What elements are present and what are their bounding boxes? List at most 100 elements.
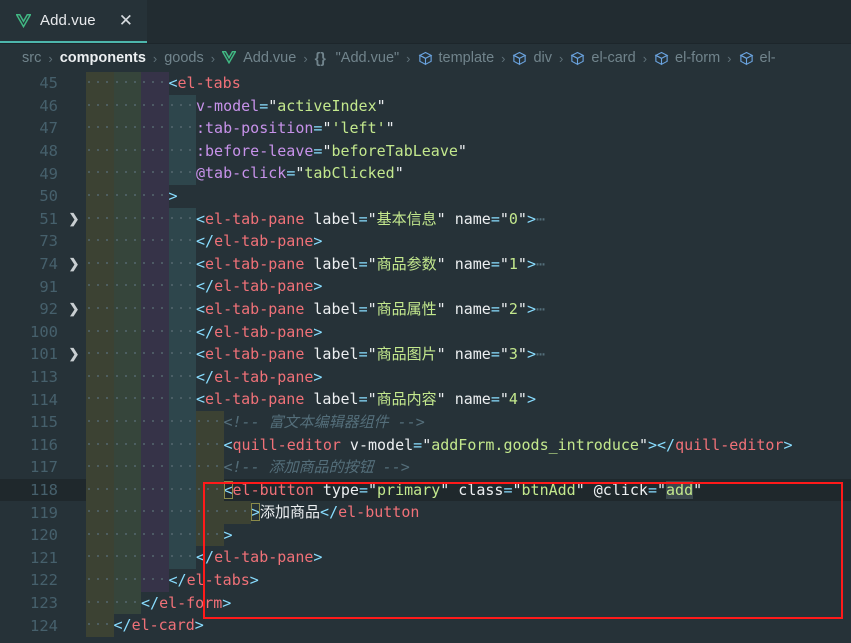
indent-guide — [86, 320, 114, 344]
code-tokens: </el-tab-pane> — [196, 232, 323, 251]
code-text: </el-tab-pane> — [86, 365, 851, 389]
fold-arrow-icon[interactable]: ❯ — [62, 256, 86, 272]
code-tokens: > — [223, 525, 233, 544]
code-text: </el-form> — [86, 591, 851, 615]
indent-guide — [113, 546, 141, 570]
indent-guide — [168, 207, 196, 231]
fold-arrow-icon[interactable]: ❯ — [62, 346, 86, 362]
code-line[interactable]: 91 </el-tab-pane> — [0, 275, 851, 298]
code-line[interactable]: 118 <el-button type="primary" class="btnA… — [0, 478, 851, 502]
breadcrumb-item-elcard[interactable]: el-card — [570, 50, 636, 66]
indent-guide — [86, 410, 114, 434]
cube-icon — [654, 51, 669, 66]
code-line[interactable]: 48:before-leave="beforeTabLeave" — [0, 139, 851, 163]
code-line[interactable]: 119 >添加商品</el-button — [0, 501, 851, 524]
code-line[interactable]: 92 ❯ <el-tab-pane label="商品属性" name="2">⋯ — [0, 297, 851, 321]
fold-arrow-icon[interactable]: ❯ — [62, 301, 86, 317]
indent-guide — [141, 569, 169, 592]
indent-guide — [168, 365, 196, 389]
indent-guide — [86, 297, 114, 321]
line-number: 118 — [30, 480, 58, 499]
code-editor[interactable]: 45 <el-tabs 46 v-model="activeIndex" 47 :tab-… — [0, 72, 851, 643]
breadcrumb-item-addvue[interactable]: Add.vue — [221, 50, 297, 66]
indent-guide — [86, 546, 114, 570]
code-text: </el-tab-pane> — [86, 275, 851, 298]
code-line[interactable]: 114 <el-tab-pane label="商品内容" name="4"> — [0, 388, 851, 411]
code-tokens: v-model="activeIndex" — [196, 96, 386, 115]
indent-guide — [113, 207, 141, 231]
indent-guide — [168, 297, 196, 321]
line-number: 91 — [39, 277, 58, 296]
code-line[interactable]: 47 :tab-position="'left'" — [0, 117, 851, 140]
indent-guide — [86, 275, 114, 298]
breadcrumb-item-elform[interactable]: el-form — [654, 50, 720, 66]
indent-guide — [141, 501, 169, 524]
breadcrumb-label: Add.vue — [243, 50, 297, 66]
code-line[interactable]: 51 ❯ <el-tab-pane label="基本信息" name="0">⋯ — [0, 207, 851, 231]
fold-arrow-icon[interactable]: ❯ — [62, 211, 86, 227]
breadcrumb-item-div[interactable]: div — [512, 50, 552, 66]
code-line[interactable]: 124 </el-card> — [0, 614, 851, 637]
breadcrumb-label: el- — [759, 50, 776, 66]
breadcrumb-item-src[interactable]: src — [22, 50, 41, 66]
indent-guide — [168, 275, 196, 298]
indent-guide — [86, 230, 114, 253]
tab-label: Add.vue — [40, 12, 96, 29]
indent-guide — [168, 388, 196, 411]
indent-guide — [168, 433, 196, 457]
code-line[interactable]: 100 </el-tab-pane> — [0, 320, 851, 344]
line-number: 119 — [30, 503, 58, 522]
line-number: 47 — [39, 119, 58, 138]
line-number: 123 — [30, 593, 58, 612]
close-icon[interactable]: ✕ — [119, 12, 133, 29]
code-line[interactable]: 122 </el-tabs> — [0, 569, 851, 592]
breadcrumb-item-goods[interactable]: goods — [164, 50, 204, 66]
breadcrumb-label: goods — [164, 50, 204, 66]
indent-guide — [113, 591, 141, 615]
code-line[interactable]: 74 ❯ <el-tab-pane label="商品参数" name="1">⋯ — [0, 252, 851, 276]
indent-guide — [113, 320, 141, 344]
code-tokens: </el-card> — [113, 616, 204, 635]
indent-guide — [86, 343, 114, 366]
code-line[interactable]: 120 > — [0, 523, 851, 547]
breadcrumb-label: components — [59, 50, 146, 66]
code-text: </el-card> — [86, 614, 851, 637]
indent-guide — [141, 433, 169, 457]
breadcrumb-item-template[interactable]: template — [418, 50, 494, 66]
indent-guide — [141, 320, 169, 344]
code-text: </el-tab-pane> — [86, 230, 851, 253]
code-line[interactable]: 73 </el-tab-pane> — [0, 230, 851, 253]
code-line[interactable]: 117 <!-- 添加商品的按钮 --> — [0, 456, 851, 479]
line-number: 50 — [39, 187, 58, 206]
code-line[interactable]: 115 <!-- 富文本编辑器组件 --> — [0, 410, 851, 434]
code-line[interactable]: 45 <el-tabs — [0, 72, 851, 95]
indent-guide — [113, 275, 141, 298]
indent-guide — [196, 410, 224, 434]
code-tokens: @tab-click="tabClicked" — [196, 164, 404, 183]
breadcrumb-item-el[interactable]: el- — [739, 50, 776, 66]
breadcrumb-item-addvue[interactable]: {} "Add.vue" — [315, 50, 400, 67]
indent-guide — [168, 230, 196, 253]
code-line[interactable]: 46 v-model="activeIndex" — [0, 94, 851, 118]
indent-guide — [86, 569, 114, 592]
line-number: 49 — [39, 164, 58, 183]
code-line[interactable]: 113 </el-tab-pane> — [0, 365, 851, 389]
line-number: 46 — [39, 96, 58, 115]
code-text: > — [86, 184, 851, 208]
code-text: <!-- 富文本编辑器组件 --> — [86, 410, 851, 434]
breadcrumb-item-components[interactable]: components — [60, 50, 146, 66]
breadcrumb-label: src — [22, 50, 42, 66]
code-line[interactable]: 49 @tab-click="tabClicked" — [0, 162, 851, 185]
indent-guide — [86, 433, 114, 457]
code-line[interactable]: 116 <quill-editor v-model="addForm.goods_… — [0, 433, 851, 457]
indent-guide — [113, 343, 141, 366]
code-line[interactable]: 101 ❯ <el-tab-pane label="商品图片" name="3">⋯ — [0, 343, 851, 366]
code-text: @tab-click="tabClicked" — [86, 162, 851, 185]
code-line[interactable]: 123 </el-form> — [0, 591, 851, 615]
code-line[interactable]: 50 > — [0, 184, 851, 208]
tab-add-vue[interactable]: Add.vue ✕ — [0, 0, 147, 43]
indent-guide — [86, 478, 114, 502]
code-line[interactable]: 121 </el-tab-pane> — [0, 546, 851, 570]
code-tokens: :tab-position="'left'" — [196, 119, 395, 138]
indent-guide — [141, 72, 169, 95]
